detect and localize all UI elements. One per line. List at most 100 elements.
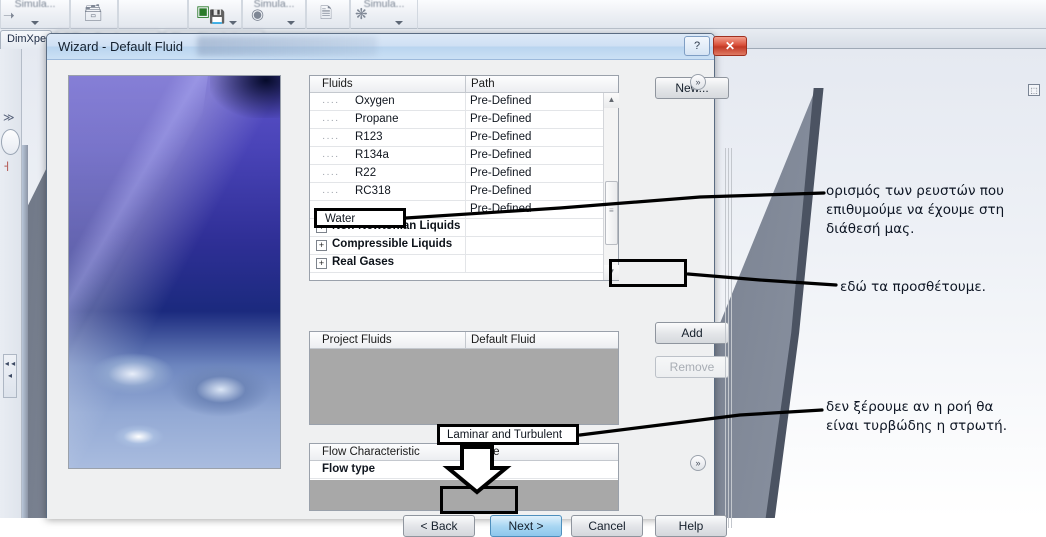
tab-dimxpert[interactable]: DimXpert: [0, 30, 52, 49]
table-row[interactable]: ···· R134a Pre-Defined: [310, 147, 618, 165]
tree-connector-icon: ····: [322, 169, 339, 180]
tree-connector-icon: ····: [322, 205, 339, 216]
fluid-path: Pre-Defined: [470, 149, 531, 161]
fluid-path: Pre-Defined: [470, 203, 531, 215]
fluids-table[interactable]: Fluids Path ···· Oxygen Pre-Defined ····…: [309, 75, 619, 281]
annotation-text-fluids: ορισμός των ρευστών που επιθυμούμε να έχ…: [826, 182, 1026, 239]
tree-connector-icon: ····: [322, 97, 339, 108]
chevron-down-icon[interactable]: [229, 21, 237, 25]
group-name: Real Gases: [332, 256, 394, 268]
flow-table-empty-area[interactable]: [310, 480, 618, 510]
wizard-dialog: Wizard - Default Fluid ? ✕ Fluids Path ·…: [46, 33, 715, 518]
fluid-name: R22: [355, 167, 376, 179]
ribbon-group-4[interactable]: ▣ 💾: [188, 0, 242, 29]
flow-type-label: Flow type: [322, 463, 375, 475]
list-report-icon: 🗃: [83, 6, 103, 22]
project-fluids-table[interactable]: Project Fluids Default Fluid: [309, 331, 619, 425]
project-fluids-empty-area[interactable]: [310, 349, 618, 424]
close-icon[interactable]: ✕: [713, 36, 747, 56]
dialog-title: Wizard - Default Fluid: [58, 39, 183, 54]
col-header-flow-characteristic[interactable]: Flow Characteristic: [322, 446, 420, 458]
next-button[interactable]: Next >: [490, 515, 562, 537]
add-button[interactable]: Add: [655, 322, 729, 344]
table-group-row[interactable]: + Real Gases: [310, 255, 618, 273]
table-group-row[interactable]: + Non-Newtonian Liquids: [310, 219, 618, 237]
chevron-down-icon[interactable]: [31, 21, 39, 25]
table-row[interactable]: ···· R123 Pre-Defined: [310, 129, 618, 147]
ribbon-group-2[interactable]: 🗃: [70, 0, 118, 29]
col-header-fluids[interactable]: Fluids: [322, 78, 353, 90]
column-divider: [465, 183, 466, 201]
column-divider[interactable]: [465, 444, 466, 460]
word-doc-icon: 🗎: [320, 6, 332, 21]
help-button[interactable]: Help: [655, 515, 727, 537]
table-row-water[interactable]: ···· Pre-Defined: [310, 201, 618, 219]
column-divider[interactable]: [465, 76, 466, 92]
back-button[interactable]: < Back: [403, 515, 475, 537]
table-row[interactable]: ···· Propane Pre-Defined: [310, 111, 618, 129]
panel-resize-rail[interactable]: [723, 148, 733, 528]
column-divider: [465, 219, 466, 237]
fluid-name: R134a: [355, 149, 389, 161]
column-divider: [465, 461, 466, 479]
viewport-corner-icon[interactable]: ⬚: [1028, 84, 1040, 96]
ribbon-group-1[interactable]: Simula... ➝: [0, 0, 70, 29]
model-edge-left: [22, 145, 28, 518]
scrollbar-thumb[interactable]: ≡: [605, 181, 618, 245]
col-header-default-fluid[interactable]: Default Fluid: [471, 334, 536, 346]
ribbon-group-5[interactable]: Simula... ◉: [242, 0, 306, 29]
col-header-path[interactable]: Path: [471, 78, 495, 90]
flow-characteristic-table[interactable]: Flow Characteristic Value Flow type: [309, 443, 619, 511]
fluids-scrollbar[interactable]: ▲ ≡ ▼: [603, 93, 618, 280]
expand-plus-icon[interactable]: +: [316, 222, 327, 233]
splash-image: [68, 75, 281, 469]
col-header-value[interactable]: Value: [471, 446, 500, 458]
fluid-path: Pre-Defined: [470, 185, 531, 197]
table-group-row[interactable]: + Compressible Liquids: [310, 237, 618, 255]
table-row[interactable]: ···· R22 Pre-Defined: [310, 165, 618, 183]
dialog-titlebar[interactable]: Wizard - Default Fluid ? ✕: [47, 34, 714, 60]
expand-right-chevron-icon-bottom[interactable]: »: [690, 455, 706, 471]
column-divider: [465, 129, 466, 147]
table-row[interactable]: ···· RC318 Pre-Defined: [310, 183, 618, 201]
dark-corner-decoration: [210, 76, 280, 118]
column-divider[interactable]: [465, 332, 466, 348]
scrollbar-grip-icon: ≡: [609, 209, 614, 212]
expand-plus-icon[interactable]: +: [316, 240, 327, 251]
table-row[interactable]: ···· Oxygen Pre-Defined: [310, 93, 618, 111]
column-divider: [465, 111, 466, 129]
fluids-table-header: Fluids Path: [310, 76, 618, 93]
scroll-down-arrow-icon[interactable]: ▼: [604, 265, 619, 280]
expand-right-chevron-icon-top[interactable]: »: [690, 74, 706, 90]
ribbon-group-7[interactable]: Simula... ❋: [350, 0, 418, 29]
col-header-project-fluids[interactable]: Project Fluids: [322, 334, 392, 346]
column-divider: [465, 237, 466, 255]
dialog-body: Fluids Path ···· Oxygen Pre-Defined ····…: [47, 60, 714, 519]
ribbon-toolbar: Simula... ➝ 🗃 ▣ 💾 Simula... ◉ 🗎 Simula..…: [0, 0, 1046, 29]
host-left-panel: ≫ -| ◂ ◂ ◂: [0, 49, 22, 518]
ribbon-group-3[interactable]: [118, 0, 188, 29]
column-divider: [465, 255, 466, 273]
expand-plus-icon[interactable]: +: [316, 258, 327, 269]
rotate-handle[interactable]: [1, 129, 20, 155]
triad-arrows-icon[interactable]: ◂ ◂ ◂: [3, 354, 17, 398]
scroll-up-arrow-icon[interactable]: ▲: [604, 93, 619, 108]
annotation-text-add: εδώ τα προσθέτουμε.: [840, 278, 1040, 297]
column-divider: [465, 93, 466, 111]
titlebar-help-button[interactable]: ?: [684, 36, 710, 56]
chevron-down-icon[interactable]: [287, 21, 295, 25]
origin-marker-icon: -|: [4, 161, 8, 172]
chevron-down-icon[interactable]: [395, 21, 403, 25]
pointer-icon: ➝: [3, 8, 15, 22]
save-disk-icon: 💾: [209, 10, 225, 23]
flow-type-row[interactable]: Flow type: [310, 461, 618, 479]
fluid-path: Pre-Defined: [470, 113, 531, 125]
group-name: Non-Newtonian Liquids: [332, 220, 460, 232]
tree-connector-icon: ····: [322, 133, 339, 144]
double-chevron-right-icon[interactable]: ≫: [3, 111, 15, 124]
cancel-button[interactable]: Cancel: [571, 515, 643, 537]
ribbon-group-6[interactable]: 🗎: [306, 0, 350, 29]
fluid-name: Propane: [355, 113, 398, 125]
remove-button: Remove: [655, 356, 729, 378]
fluid-name: R123: [355, 131, 383, 143]
